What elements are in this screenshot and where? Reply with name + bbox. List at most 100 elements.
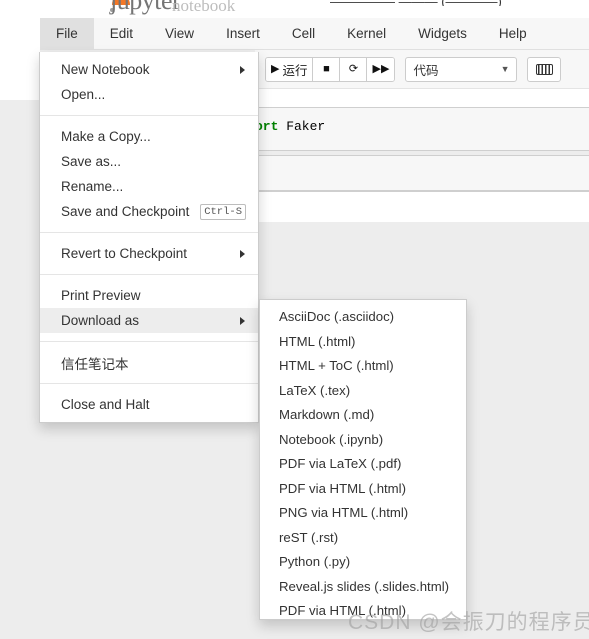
- menu-divider-1: [40, 115, 258, 116]
- submenu-item-markdown[interactable]: Markdown (.md): [260, 403, 466, 428]
- menu-tab-edit-label: Edit: [109, 26, 134, 41]
- menu-tab-file-label: File: [56, 26, 78, 41]
- menu-divider-5: [40, 383, 258, 384]
- submenu-item-rest[interactable]: reST (.rst): [260, 526, 466, 551]
- menu-tab-insert-label: Insert: [226, 26, 260, 41]
- play-icon: ▶: [271, 62, 280, 75]
- menu-item-new-notebook[interactable]: New Notebook: [40, 57, 258, 82]
- submenu-item-pdf-via-html-2-label: PDF via HTML (.html): [279, 603, 406, 618]
- submenu-item-notebook-label: Notebook (.ipynb): [279, 431, 384, 447]
- submenu-item-pdf-via-latex[interactable]: PDF via LaTeX (.pdf): [260, 452, 466, 477]
- cell-type-value: 代码: [413, 63, 439, 78]
- restart-kernel-button[interactable]: ⟳: [340, 57, 368, 81]
- menu-item-rename[interactable]: Rename...: [40, 174, 258, 199]
- menu-item-close-and-halt[interactable]: Close and Halt: [40, 392, 258, 417]
- menu-item-trust-notebook[interactable]: 信任笔记本: [40, 350, 258, 375]
- submenu-item-html[interactable]: HTML (.html): [260, 330, 466, 355]
- jupyter-logo[interactable]: jupyter: [110, 0, 181, 16]
- menu-item-print-preview-label: Print Preview: [61, 288, 141, 303]
- fast-forward-icon: ▶▶: [372, 62, 390, 75]
- notebook-toolbar: ▶ 运行 ■ ⟳ ▶▶ 代码 ▼: [255, 50, 589, 88]
- notebook-menubar: File Edit View Insert Cell Kernel Widget…: [40, 18, 589, 50]
- menu-divider-2: [40, 232, 258, 233]
- chevron-right-icon: [240, 316, 245, 325]
- menu-divider-3: [40, 274, 258, 275]
- menu-tab-edit[interactable]: Edit: [94, 18, 149, 49]
- chevron-right-icon: [240, 65, 245, 74]
- menu-item-save-as[interactable]: Save as...: [40, 149, 258, 174]
- code-cell[interactable]: ort Faker: [255, 107, 589, 151]
- submenu-item-python-label: Python (.py): [279, 554, 351, 569]
- menu-tab-kernel[interactable]: Kernel: [331, 18, 402, 49]
- menu-tab-help-label: Help: [498, 26, 527, 41]
- code-cell-line: ort Faker: [255, 119, 589, 134]
- menu-item-print-preview[interactable]: Print Preview: [40, 283, 258, 308]
- submenu-item-latex-label: LaTeX (.tex): [279, 382, 351, 398]
- menu-item-open[interactable]: Open...: [40, 82, 258, 107]
- menu-item-revert-to-checkpoint-label: Revert to Checkpoint: [61, 246, 188, 261]
- submenu-item-html-label: HTML (.html): [279, 333, 356, 349]
- menu-tab-file[interactable]: File: [40, 18, 94, 49]
- download-as-submenu: AsciiDoc (.asciidoc) HTML (.html) HTML +…: [259, 299, 467, 620]
- run-cell-label: 运行: [282, 63, 308, 78]
- submenu-item-rest-label: reST (.rst): [279, 529, 339, 545]
- menu-item-save-and-checkpoint[interactable]: Save and Checkpoint Ctrl-S: [40, 199, 258, 224]
- toolbar-run-group: ▶ 运行 ■ ⟳ ▶▶: [265, 56, 396, 82]
- submenu-item-png-via-html-label: PNG via HTML (.html): [279, 505, 409, 520]
- menu-tab-widgets[interactable]: Widgets: [402, 18, 483, 49]
- restart-circular-arrow-icon: ⟳: [348, 62, 359, 75]
- notebook-bottom-spacer: [255, 222, 589, 232]
- submenu-item-revealjs-slides-label: Reveal.js slides (.slides.html): [279, 578, 450, 594]
- menu-item-download-as[interactable]: Download as: [40, 308, 258, 333]
- menu-tab-view[interactable]: View: [149, 18, 210, 49]
- submenu-item-asciidoc[interactable]: AsciiDoc (.asciidoc): [260, 305, 466, 330]
- chevron-right-icon: [240, 249, 245, 258]
- interrupt-kernel-button[interactable]: ■: [313, 57, 341, 81]
- notebook-panel: ▶ 运行 ■ ⟳ ▶▶ 代码 ▼ ort Faker: [255, 50, 589, 232]
- submenu-item-html-toc[interactable]: HTML + ToC (.html): [260, 354, 466, 379]
- submenu-item-latex[interactable]: LaTeX (.tex): [260, 379, 466, 404]
- menu-tab-view-label: View: [165, 26, 195, 41]
- menu-tab-kernel-label: Kernel: [347, 26, 387, 41]
- submenu-item-notebook[interactable]: Notebook (.ipynb): [260, 428, 466, 453]
- menu-item-trust-notebook-label: 信任笔记本: [61, 356, 129, 372]
- stop-square-icon: ■: [323, 62, 330, 75]
- shortcut-badge-save: Ctrl-S: [200, 203, 246, 220]
- empty-cell-1[interactable]: [255, 155, 589, 191]
- code-rest: Faker: [278, 119, 326, 134]
- chevron-down-icon: ▼: [500, 64, 510, 74]
- submenu-item-pdf-via-html-label: PDF via HTML (.html): [279, 480, 406, 496]
- submenu-item-revealjs-slides[interactable]: Reveal.js slides (.slides.html): [260, 575, 466, 600]
- menu-tab-widgets-label: Widgets: [418, 26, 467, 41]
- submenu-item-pdf-via-latex-label: PDF via LaTeX (.pdf): [279, 456, 402, 471]
- jupyter-logo-subtitle: notebook: [172, 0, 236, 15]
- menu-item-new-notebook-label: New Notebook: [61, 62, 150, 77]
- menu-item-close-and-halt-label: Close and Halt: [61, 397, 150, 412]
- command-palette-button[interactable]: [527, 56, 562, 82]
- header-left-filler: [0, 18, 40, 100]
- screenshot-root: jupyter notebook ————— ——— (————) ▶ 运行 ■…: [0, 0, 589, 639]
- file-dropdown-menu: New Notebook Open... Make a Copy... Save…: [39, 52, 259, 423]
- jupyter-header: jupyter notebook ————— ——— (————): [0, 0, 589, 18]
- submenu-item-python[interactable]: Python (.py): [260, 550, 466, 575]
- menu-item-make-a-copy-label: Make a Copy...: [61, 129, 151, 144]
- menu-item-rename-label: Rename...: [61, 179, 124, 194]
- header-status-text: ————— ——— (————): [330, 0, 502, 6]
- submenu-item-asciidoc-label: AsciiDoc (.asciidoc): [279, 309, 395, 324]
- menu-tab-help[interactable]: Help: [483, 18, 543, 49]
- submenu-item-png-via-html[interactable]: PNG via HTML (.html): [260, 501, 466, 526]
- submenu-item-pdf-via-html-2[interactable]: PDF via HTML (.html): [260, 599, 466, 619]
- submenu-item-pdf-via-html[interactable]: PDF via HTML (.html): [260, 477, 466, 502]
- menu-item-save-as-label: Save as...: [61, 154, 122, 169]
- menu-tab-insert[interactable]: Insert: [210, 18, 276, 49]
- menu-item-revert-to-checkpoint[interactable]: Revert to Checkpoint: [40, 241, 258, 266]
- jupyter-logo-text: jupyter: [110, 0, 181, 15]
- empty-cell-2[interactable]: [255, 191, 589, 222]
- restart-and-run-all-button[interactable]: ▶▶: [367, 57, 395, 81]
- keyboard-icon: [535, 63, 553, 75]
- notebook-toolbar-gap: [255, 88, 589, 107]
- menu-tab-cell[interactable]: Cell: [276, 18, 331, 49]
- run-cell-button[interactable]: ▶ 运行: [266, 57, 314, 81]
- menu-item-make-a-copy[interactable]: Make a Copy...: [40, 124, 258, 149]
- cell-type-select[interactable]: 代码 ▼: [405, 56, 518, 82]
